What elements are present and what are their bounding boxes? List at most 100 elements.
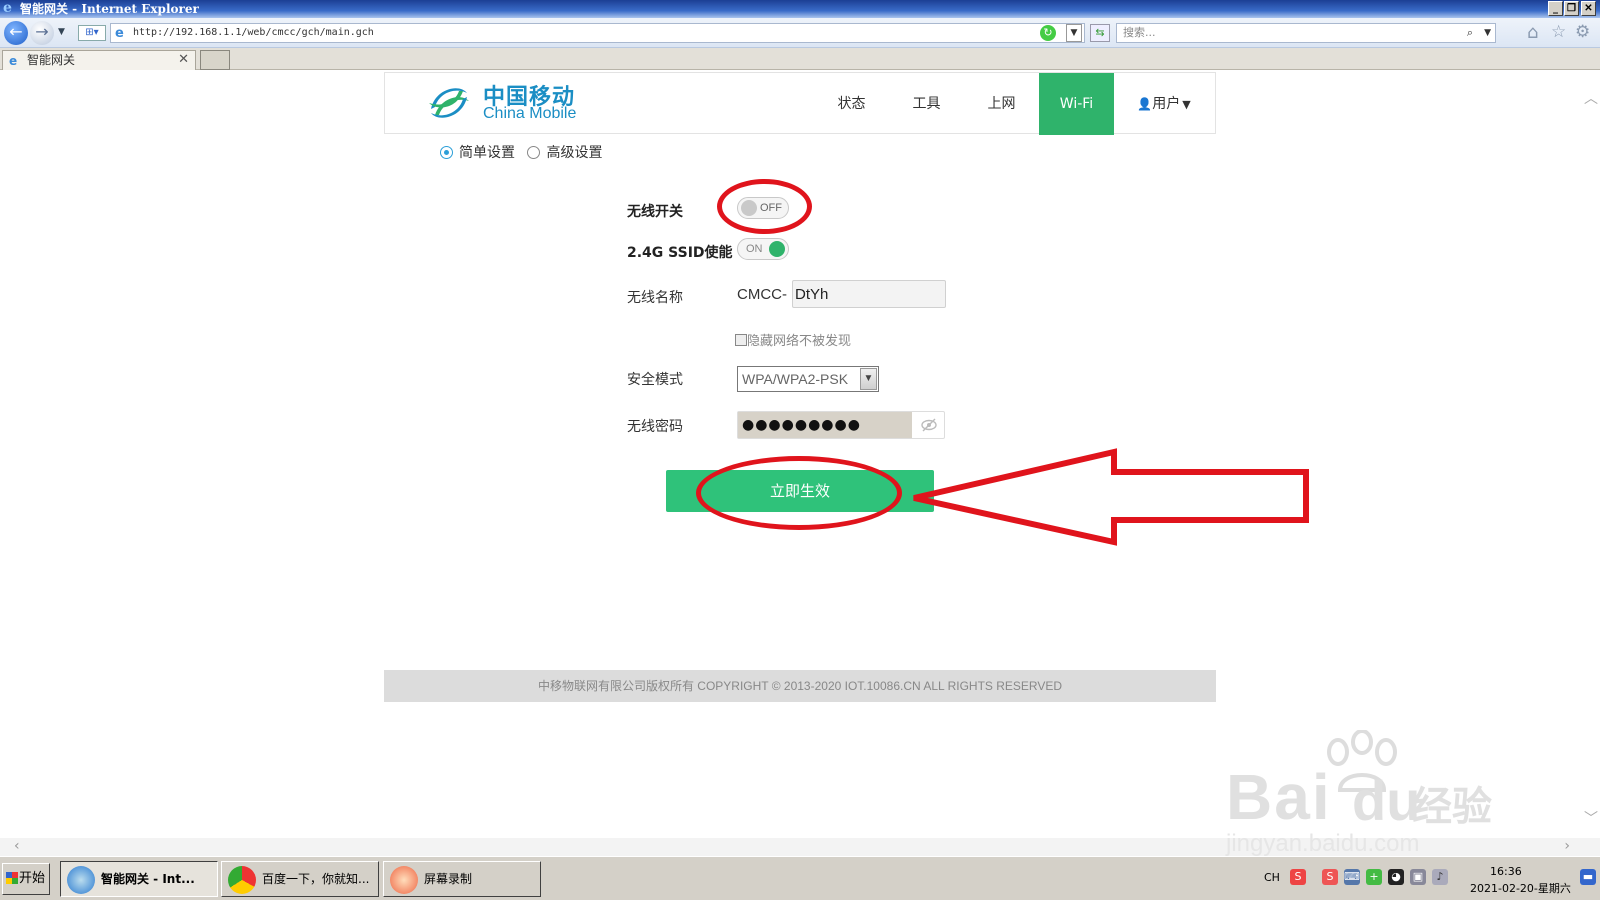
task-chrome-label: 百度一下，你就知... [262,872,370,886]
password-input[interactable]: ●●●●●●●●● [738,412,912,438]
copyright-footer: 中移物联网有限公司版权所有 COPYRIGHT © 2013-2020 IOT.… [384,670,1216,702]
user-caret-icon: ▼ [1182,98,1191,111]
scroll-left-icon[interactable]: ‹ [14,838,20,854]
search-icon[interactable]: ⌕ [1467,24,1473,42]
eye-hidden-icon[interactable] [920,416,938,434]
hide-network-row[interactable]: 隐藏网络不被发现 [735,330,851,349]
nav-tools[interactable]: 工具 [889,73,964,135]
tab-strip: e 智能网关 ✕ [0,48,1600,70]
new-tab-button[interactable] [200,50,230,70]
logo-text-en: China Mobile [483,105,577,122]
window-titlebar: e 智能网关 - Internet Explorer _ ❐ ✕ [0,0,1600,18]
search-placeholder: 搜索... [1123,26,1156,39]
window-title: 智能网关 - Internet Explorer [20,2,199,16]
nav-status[interactable]: 状态 [814,73,889,135]
volume-icon[interactable]: ♪ [1432,869,1448,885]
task-recorder[interactable]: 屏幕录制 [383,861,541,897]
settings-gear-icon[interactable]: ⚙ [1575,22,1590,42]
annotation-circle-apply [696,456,902,530]
search-dropdown-icon[interactable]: ▼ [1484,24,1491,42]
close-button[interactable]: ✕ [1581,1,1596,16]
radio-advanced[interactable] [527,146,541,159]
show-desktop-icon[interactable]: ▬ [1580,869,1596,885]
hide-network-label: 隐藏网络不被发现 [747,334,852,349]
sogou-s-icon[interactable]: S [1322,869,1338,885]
qq-icon[interactable]: ◕ [1388,869,1404,885]
sogou-icon[interactable]: S [1290,869,1306,885]
toggle-knob [769,241,785,257]
nav-internet[interactable]: 上网 [964,73,1039,135]
windows-logo-icon [6,872,18,884]
ssid-enable-label: 2.4G SSID使能 [627,245,733,261]
annotation-arrow [913,448,1309,546]
watermark-brand-cn: 经验 [1412,784,1492,830]
minimize-button[interactable]: _ [1548,1,1563,16]
update-icon[interactable]: + [1366,869,1382,885]
user-icon: 👤 [1137,97,1153,111]
radio-advanced-label[interactable]: 高级设置 [546,145,602,161]
refresh-icon[interactable]: ⇆ [1090,24,1110,42]
address-bar[interactable]: e http://192.168.1.1/web/cmcc/gch/main.g… [110,23,1085,43]
task-recorder-label: 屏幕录制 [424,872,473,886]
start-label: 开始 [19,871,46,886]
radio-simple-label[interactable]: 简单设置 [459,145,515,161]
chrome-icon [228,866,256,894]
annotation-circle-switch [717,179,812,234]
scroll-up-icon[interactable]: ︿ [1584,88,1598,108]
watermark-url: jingyan.baidu.com [1226,830,1420,857]
address-text: http://192.168.1.1/web/cmcc/gch/main.gch [133,27,374,38]
taskbar: 开始 智能网关 - Int... 百度一下，你就知... 屏幕录制 CH S S… [0,856,1600,900]
address-toolbar: ← → ▼ ⊞▾ e http://192.168.1.1/web/cmcc/g… [0,18,1600,48]
favorites-icon[interactable]: ☆ [1551,22,1566,42]
forward-button[interactable]: → [30,21,54,45]
search-input[interactable]: 搜索... ⌕ ▼ [1116,23,1496,43]
clock-time[interactable]: 16:36 [1490,865,1522,878]
watermark-du-icon: du [1352,769,1421,832]
security-mode-value: WPA/WPA2-PSK [742,371,849,387]
restore-button[interactable]: ❐ [1564,1,1579,16]
start-button[interactable]: 开始 [2,863,50,895]
task-chrome[interactable]: 百度一下，你就知... [221,861,379,897]
network-icon[interactable]: ▣ [1410,869,1426,885]
watermark-brand: Bai [1226,761,1332,833]
back-button[interactable]: ← [4,21,28,45]
wireless-switch-label: 无线开关 [627,204,683,220]
tab-label: 智能网关 [27,53,76,67]
task-ie[interactable]: 智能网关 - Int... [60,861,218,897]
mode-selector: 简单设置 高级设置 [440,142,602,162]
nav-user[interactable]: 👤用户 ▼ [1119,73,1209,135]
security-mode-select[interactable]: WPA/WPA2-PSK ▼ [737,366,879,392]
nav-user-label: 用户 [1152,96,1181,112]
baidu-watermark: Bai du 经验 jingyan.baidu.com [1226,730,1526,857]
router-header: 中国移动 China Mobile 状态 工具 上网 Wi-Fi 👤用户 ▼ [384,72,1216,135]
scroll-right-icon[interactable]: › [1564,838,1570,854]
compat-icon[interactable]: ↻ [1040,25,1056,41]
ssid-label: 无线名称 [627,290,683,306]
clock-date[interactable]: 2021-02-20-星期六 [1470,880,1571,896]
ssid-prefix: CMCC- [737,286,787,303]
recorder-icon [390,866,418,894]
tab-close-icon[interactable]: ✕ [178,51,189,69]
task-ie-label: 智能网关 - Int... [101,872,195,886]
tab-ie-icon: e [9,54,18,68]
ssid-input[interactable] [792,280,946,308]
tab-active[interactable]: e 智能网关 ✕ [2,50,196,70]
ssid-enable-toggle[interactable]: ON [737,238,789,260]
page-menu-icon[interactable]: ⊞▾ [78,25,106,41]
ie-logo-icon: e [3,0,12,16]
china-mobile-logo-icon [429,88,469,118]
system-tray: CH S S ⌨ + ◕ ▣ ♪ 16:36 2021-02-20-星期六 ▬ [1260,863,1600,897]
toggle-state-text: ON [746,243,763,255]
radio-simple[interactable] [440,146,453,159]
ie-icon [67,866,95,894]
history-dropdown-icon[interactable]: ▼ [58,27,65,37]
hide-network-checkbox[interactable] [735,334,747,346]
nav-wifi[interactable]: Wi-Fi [1039,73,1114,135]
password-field[interactable]: ●●●●●●●●● [737,411,945,439]
url-dropdown-icon[interactable]: ▼ [1066,24,1082,42]
keyboard-icon[interactable]: ⌨ [1344,869,1360,885]
home-icon[interactable]: ⌂ [1527,22,1538,43]
chevron-down-icon: ▼ [860,368,877,390]
scroll-down-icon[interactable]: ﹀ [1584,808,1598,828]
input-lang[interactable]: CH [1264,871,1280,884]
